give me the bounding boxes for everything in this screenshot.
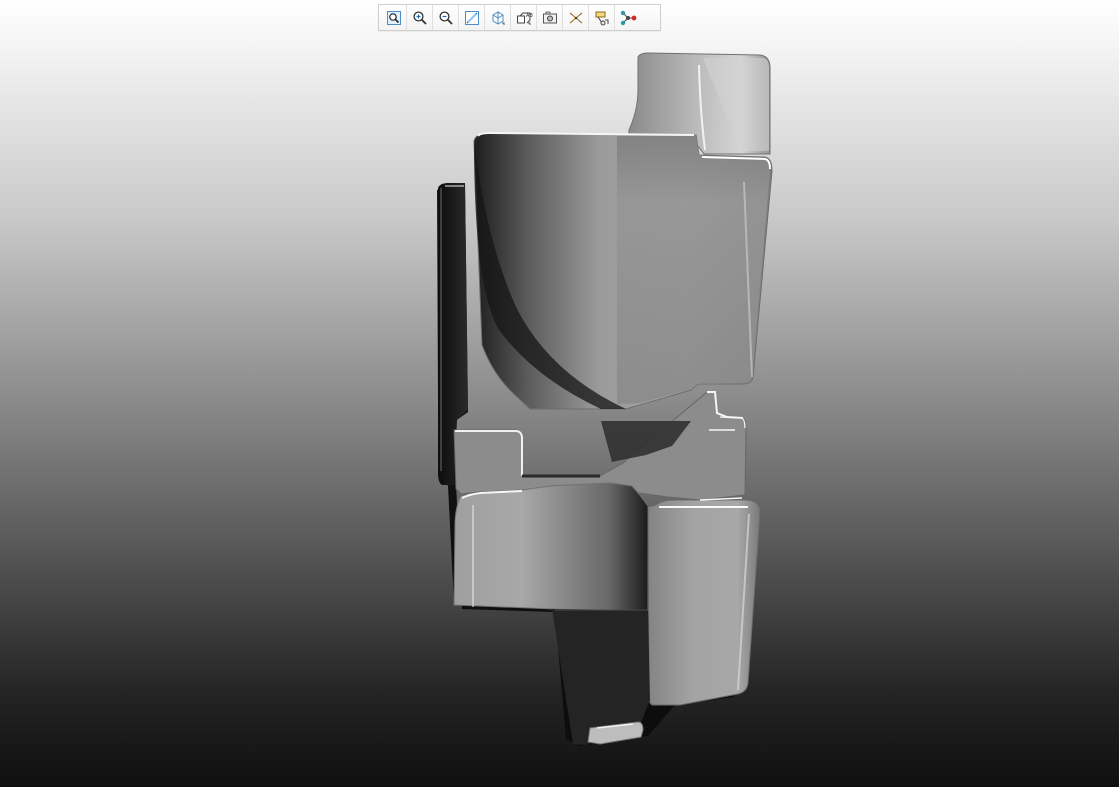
zoom-out-icon [437, 9, 455, 27]
datum-display-button[interactable] [562, 5, 588, 30]
zoom-out-button[interactable] [432, 5, 458, 30]
annotation-view-button[interactable]: AB [510, 5, 536, 30]
camera-icon [541, 9, 559, 27]
zoom-in-button[interactable] [406, 5, 432, 30]
3d-viewport[interactable]: AB [0, 0, 1119, 787]
datum-plane-icon [567, 9, 585, 27]
sketch-view-icon [463, 9, 481, 27]
relations-button[interactable] [614, 5, 640, 30]
zoom-in-icon [411, 9, 429, 27]
view-toolbar: AB [378, 4, 661, 31]
svg-text:AB: AB [526, 13, 533, 19]
sketch-view-button[interactable] [458, 5, 484, 30]
display-style-button[interactable] [484, 5, 510, 30]
cad-model-view [0, 0, 1119, 787]
zoom-window-icon [385, 9, 403, 27]
saved-view-icon [593, 9, 611, 27]
display-style-icon [489, 9, 507, 27]
zoom-window-button[interactable] [380, 5, 406, 30]
network-icon [619, 9, 637, 27]
annotation-view-icon: AB [515, 9, 533, 27]
saved-views-button[interactable] [588, 5, 614, 30]
snapshot-button[interactable] [536, 5, 562, 30]
